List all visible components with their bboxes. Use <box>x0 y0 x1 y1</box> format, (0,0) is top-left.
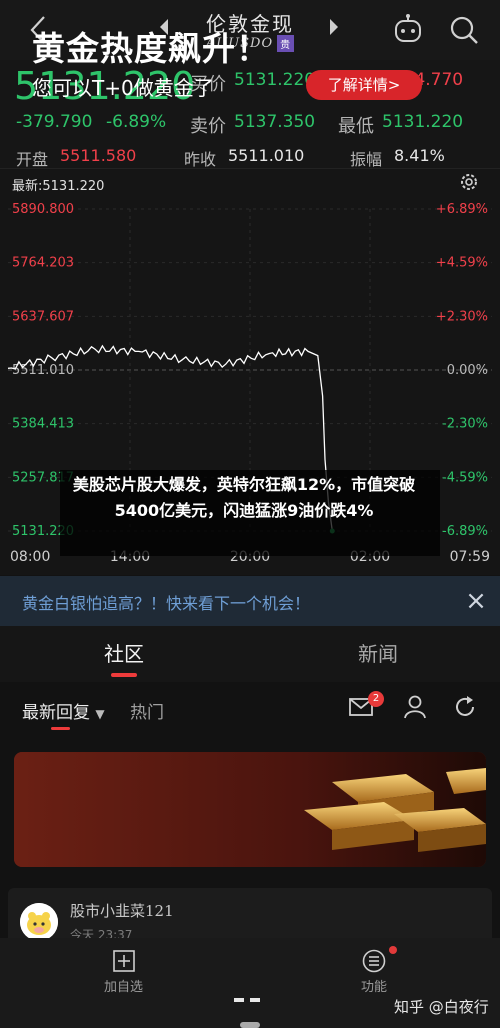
ad-learn-more-button[interactable]: 了解详情> <box>306 70 422 100</box>
y-tick-left: 5890.800 <box>12 202 74 217</box>
prev-close-value: 5511.010 <box>228 146 305 165</box>
menu-circle-icon <box>362 949 386 973</box>
functions-label[interactable]: 功能 <box>361 976 387 995</box>
promo-banner-text: 黄金白银怕追高？！快来看下一个机会！ <box>22 594 311 613</box>
plus-square-icon <box>113 950 135 972</box>
y-tick-right: -4.59% <box>442 470 488 485</box>
y-tick-right: +6.89% <box>436 202 488 217</box>
tab-community[interactable]: 社区 <box>104 638 144 667</box>
low-label: 最低 <box>338 116 374 137</box>
y-tick-right: -6.89% <box>442 524 488 539</box>
ad-title: 黄金热度飙升！ <box>32 29 270 68</box>
open-value: 5511.580 <box>60 146 137 165</box>
price-change: -379.790 <box>16 112 93 132</box>
promo-banner[interactable]: 黄金白银怕追高？！快来看下一个机会！ × <box>0 576 500 626</box>
refresh-icon <box>456 696 474 716</box>
page-dot-active <box>234 998 244 1002</box>
amplitude-value: 8.41% <box>394 146 445 165</box>
page-dot <box>250 998 260 1002</box>
gear-icon <box>461 174 477 190</box>
avatar[interactable] <box>20 903 58 941</box>
bid-value: 5131.220 <box>234 70 316 90</box>
profile-button[interactable] <box>402 694 428 720</box>
chevron-down-icon: ▼ <box>95 707 105 721</box>
search-icon <box>450 16 478 44</box>
gold-ad-card[interactable] <box>14 752 486 867</box>
user-icon <box>404 695 426 719</box>
open-label: 开盘 <box>16 150 49 169</box>
close-icon[interactable]: × <box>462 587 490 615</box>
search-button[interactable] <box>446 12 482 48</box>
subtab-latest-reply[interactable]: 最新回复 ▼ <box>22 698 105 723</box>
y-tick-right: -2.30% <box>442 417 488 432</box>
cow-avatar-icon <box>20 903 58 941</box>
robot-icon <box>395 14 421 42</box>
y-tick-right: 0.00% <box>447 363 488 378</box>
page-indicator <box>234 998 264 1004</box>
low-value: 5131.220 <box>382 112 464 132</box>
y-tick-right: +4.59% <box>436 256 488 271</box>
ask-value: 5137.350 <box>234 112 316 132</box>
y-tick-left: 5384.413 <box>12 417 74 432</box>
chart-settings-button[interactable] <box>458 171 480 193</box>
add-watchlist-label[interactable]: 加自选 <box>104 976 143 995</box>
x-tick-label: 07:59 <box>450 549 490 565</box>
subtab-hot[interactable]: 热门 <box>130 698 164 723</box>
subtab-latest-label: 最新回复 <box>22 703 90 723</box>
add-watchlist-button[interactable] <box>113 950 135 972</box>
post-username[interactable]: 股市小韭菜121 <box>70 900 174 921</box>
ad-subtitle: 您可以T+0做黄金了 <box>32 76 214 100</box>
functions-notification-dot <box>389 946 397 954</box>
home-indicator <box>240 1022 260 1028</box>
active-tab-indicator <box>111 673 137 677</box>
active-subtab-indicator <box>51 727 70 730</box>
news-popup-text: 美股芯片股大爆发，英特尔狂飙12%，市值突破5400亿美元，闪迪猛涨9油价跌4% <box>72 475 416 520</box>
gold-bars-image <box>14 752 486 867</box>
tab-news[interactable]: 新闻 <box>358 638 398 667</box>
y-tick-right: +2.30% <box>436 309 488 324</box>
y-tick-left: 5764.203 <box>12 256 74 271</box>
x-tick-label: 08:00 <box>10 549 50 565</box>
prev-close-label: 昨收 <box>184 150 217 169</box>
refresh-button[interactable] <box>452 694 478 720</box>
y-tick-left: 5637.607 <box>12 309 74 324</box>
messages-badge: 2 <box>368 691 384 707</box>
functions-button[interactable] <box>362 949 386 973</box>
assistant-button[interactable] <box>390 12 426 48</box>
tab-bar: 社区 新闻 <box>0 626 500 682</box>
category-tag: 贵 <box>277 35 295 52</box>
chart-latest: 最新:5131.220 <box>12 179 105 194</box>
ask-label: 卖价 <box>190 116 226 137</box>
amplitude-label: 振幅 <box>350 150 383 169</box>
source-watermark: 知乎 @白夜行 <box>394 998 489 1016</box>
price-change-pct: -6.89% <box>106 112 167 132</box>
